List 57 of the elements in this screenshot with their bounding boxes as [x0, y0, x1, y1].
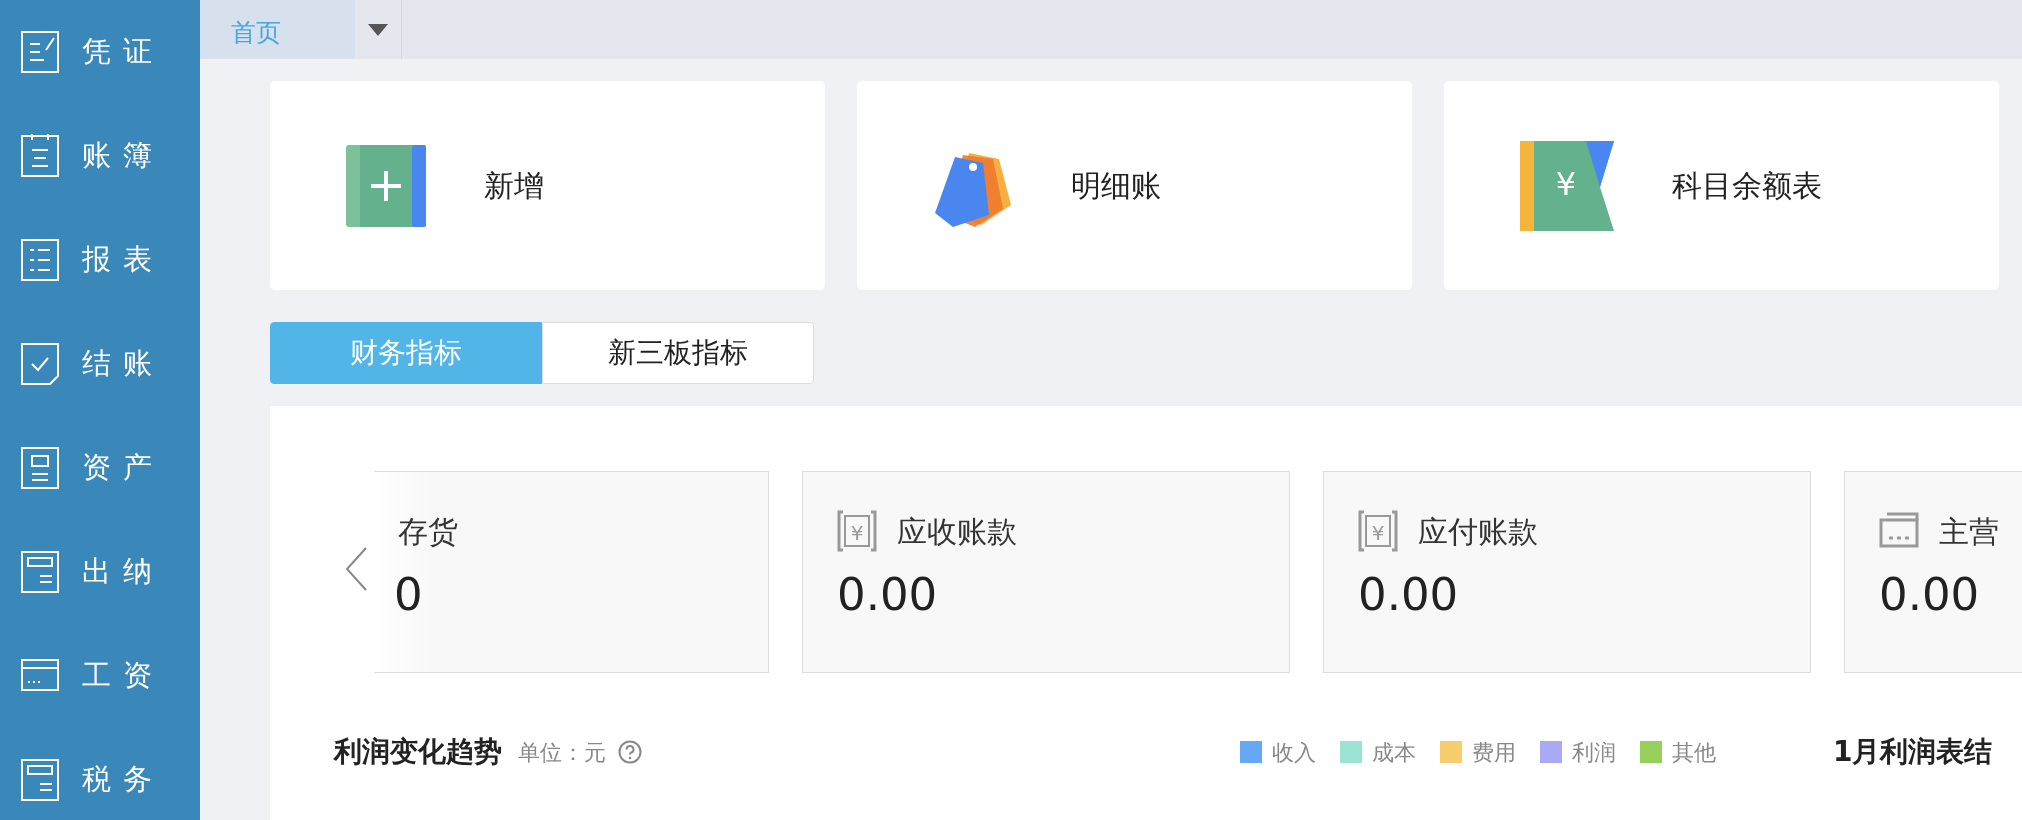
legend-item[interactable]: 其他: [1640, 735, 1716, 769]
add-document-icon: [346, 144, 426, 227]
metric-tab[interactable]: 财务指标: [270, 322, 542, 384]
sidebar-label: 结账: [82, 345, 164, 383]
checkbox-icon: [20, 342, 60, 386]
sidebar-item[interactable]: 税务: [0, 728, 200, 820]
metric-label: 应收账款: [897, 512, 1017, 551]
legend-item[interactable]: 收入: [1240, 735, 1316, 769]
legend-label: 费用: [1472, 738, 1516, 767]
legend-label: 其他: [1672, 738, 1716, 767]
calendar-icon: [20, 134, 60, 178]
quick-action-card[interactable]: 新增: [270, 81, 825, 290]
list-icon: [20, 238, 60, 282]
metric-value: 0.00: [837, 568, 939, 622]
metric-label: 存货: [398, 512, 458, 551]
quick-action-label: 新增: [484, 167, 544, 205]
sidebar-item[interactable]: 结账: [0, 312, 200, 416]
document-icon: [20, 446, 60, 490]
document-edit-icon: [20, 30, 60, 74]
sidebar-label: 出纳: [82, 553, 164, 591]
quick-action-card[interactable]: ¥ 科目余额表: [1444, 81, 1999, 290]
section-title: 1月利润表结: [1833, 734, 1993, 770]
legend-label: 收入: [1272, 738, 1316, 767]
sidebar-label: 账簿: [82, 137, 164, 175]
sidebar-label: 凭证: [82, 33, 164, 71]
sidebar-item[interactable]: 报表: [0, 208, 200, 312]
metric-value: 0.00: [1879, 568, 1981, 622]
metric-label: 主营: [1939, 512, 1999, 551]
unit-label: 单位：元: [518, 738, 606, 767]
legend-item[interactable]: 成本: [1340, 735, 1416, 769]
quick-action-label: 科目余额表: [1672, 167, 1822, 205]
legend-label: 利润: [1572, 738, 1616, 767]
legend-item[interactable]: 利润: [1540, 735, 1616, 769]
sidebar-item[interactable]: 资产: [0, 416, 200, 520]
metric-tab[interactable]: 新三板指标: [542, 322, 814, 384]
legend-label: 成本: [1372, 738, 1416, 767]
sidebar-label: 资产: [82, 449, 164, 487]
sidebar-item[interactable]: 出纳: [0, 520, 200, 624]
section-title: 利润变化趋势: [334, 734, 502, 770]
sidebar-label: 报表: [82, 241, 164, 279]
sidebar-item[interactable]: 工资: [0, 624, 200, 728]
tab[interactable]: 首页: [200, 0, 355, 59]
quick-action-label: 明细账: [1071, 167, 1161, 205]
quick-action-card[interactable]: 明细账: [857, 81, 1412, 290]
metric-value: 0: [394, 568, 424, 622]
sidebar-item[interactable]: 凭证: [0, 0, 200, 104]
metric-label: 应付账款: [1418, 512, 1538, 551]
sidebar-label: 工资: [82, 657, 164, 695]
document-icon: [20, 758, 60, 802]
legend-item[interactable]: 费用: [1440, 735, 1516, 769]
sidebar-item[interactable]: 账簿: [0, 104, 200, 208]
metric-value: 0.00: [1358, 568, 1460, 622]
caret-icon: [368, 23, 388, 36]
document-icon: [20, 550, 60, 594]
help-icon[interactable]: [618, 740, 642, 764]
previous-chevron-icon[interactable]: [344, 546, 368, 592]
sidebar-label: 税务: [82, 761, 164, 799]
